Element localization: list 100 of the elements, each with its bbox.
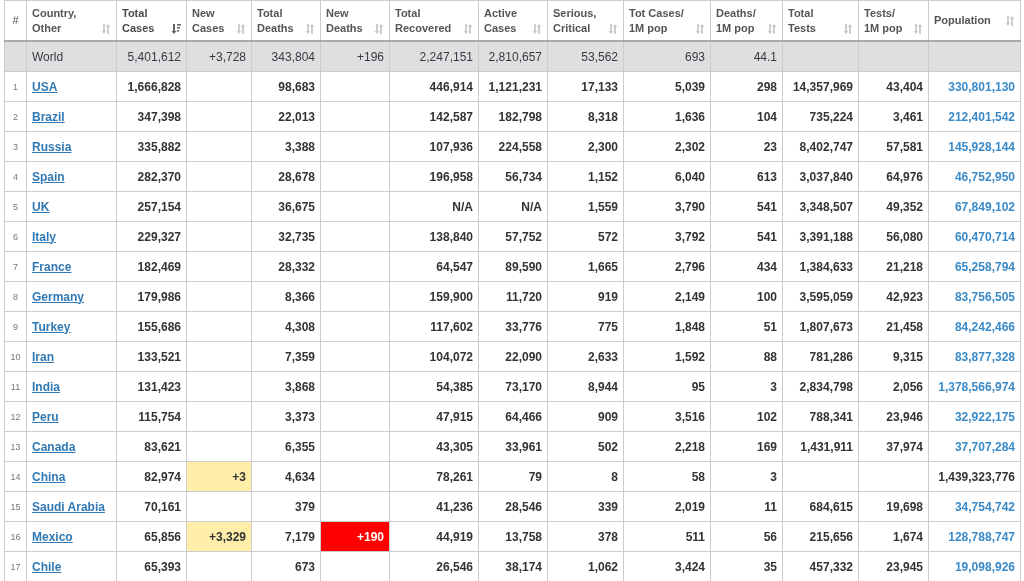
table-cell: 65,856 — [144, 529, 181, 544]
sort-icon[interactable] — [913, 23, 923, 34]
table-cell: 2,247,151 — [419, 49, 473, 64]
table-cell: 57,581 — [886, 139, 923, 154]
sort-icon[interactable] — [843, 23, 853, 34]
table-cell: 1,674 — [892, 529, 923, 544]
table-cell: 56 — [763, 529, 777, 544]
country-link[interactable]: Chile — [32, 559, 62, 574]
country-link[interactable]: Iran — [32, 349, 54, 364]
country-link[interactable]: USA — [32, 79, 58, 94]
sort-icon[interactable] — [532, 23, 542, 34]
sort-icon[interactable] — [767, 23, 777, 34]
table-cell: 14,357,969 — [792, 79, 853, 94]
country-link[interactable]: Italy — [32, 229, 56, 244]
table-cell: 224,558 — [498, 139, 542, 154]
table-cell: 115,754 — [138, 409, 181, 424]
table-cell: 37,974 — [886, 439, 923, 454]
table-cell: 3,373 — [284, 409, 315, 424]
table-cell: 693 — [684, 49, 705, 64]
row-number: 13 — [10, 441, 21, 452]
table-cell: 3,424 — [674, 559, 705, 574]
table-cell: 43,404 — [886, 79, 923, 94]
table-cell: 22,013 — [278, 109, 315, 124]
table-cell: 73,170 — [505, 379, 542, 394]
table-cell: 89,590 — [505, 259, 542, 274]
country-link[interactable]: Spain — [32, 169, 65, 184]
table-cell: 298 — [756, 79, 777, 94]
table-cell: 95 — [691, 379, 705, 394]
sort-icon[interactable] — [1005, 16, 1015, 26]
row-number: 1 — [13, 81, 18, 92]
table-cell: 22,090 — [505, 349, 542, 364]
table-cell: 3 — [770, 469, 777, 484]
table-cell: 47,915 — [436, 409, 473, 424]
table-cell: 1,152 — [587, 169, 618, 184]
table-cell: 2,149 — [674, 289, 705, 304]
table-cell: 133,521 — [137, 349, 181, 364]
table-cell: 78,261 — [436, 469, 473, 484]
table-cell: 343,804 — [271, 49, 315, 64]
table-cell: 541 — [756, 229, 777, 244]
table-cell: 56,734 — [505, 169, 542, 184]
table-cell: 44,919 — [436, 529, 473, 544]
table-cell: 88 — [763, 349, 777, 364]
sort-icon[interactable] — [463, 23, 473, 34]
table-cell: 1,807,673 — [799, 319, 853, 334]
sort-icon[interactable] — [101, 23, 111, 34]
table-cell: 65,393 — [144, 559, 181, 574]
table-cell: 1,636 — [674, 109, 705, 124]
table-cell: 182,798 — [498, 109, 542, 124]
sort-icon[interactable] — [695, 23, 705, 34]
table-cell: 8,944 — [587, 379, 618, 394]
table-cell: 64,547 — [436, 259, 473, 274]
table-cell: 33,776 — [505, 319, 542, 334]
table-cell: 684,615 — [809, 499, 853, 514]
table-cell: 196,958 — [429, 169, 473, 184]
table-cell: 4,308 — [284, 319, 315, 334]
country-link[interactable]: China — [32, 469, 66, 484]
table-cell: 541 — [756, 199, 777, 214]
table-cell: 1,665 — [587, 259, 618, 274]
table-cell: 98,683 — [278, 79, 315, 94]
country-link[interactable]: Peru — [32, 409, 59, 424]
row-number: 10 — [10, 351, 21, 362]
table-cell: 51 — [763, 319, 777, 334]
table-cell: 7,179 — [284, 529, 315, 544]
table-cell: 775 — [597, 319, 618, 334]
table-cell: 2,300 — [587, 139, 618, 154]
sort-icon[interactable] — [608, 23, 618, 34]
table-cell: 19,698 — [886, 499, 923, 514]
table-cell: 2,218 — [674, 439, 705, 454]
table-cell: 182,469 — [137, 259, 181, 274]
table-cell: 104 — [756, 109, 777, 124]
table-cell: 28,546 — [505, 499, 542, 514]
new-cases-cell: +3 — [186, 461, 252, 492]
row-number: 16 — [10, 531, 21, 542]
table-cell: 6,040 — [674, 169, 705, 184]
row-number: 2 — [13, 111, 18, 122]
table-cell: 5,039 — [674, 79, 705, 94]
table-cell: 26,546 — [436, 559, 473, 574]
row-number: 7 — [13, 261, 18, 272]
country-link[interactable]: UK — [32, 199, 50, 214]
table-cell: 229,327 — [137, 229, 181, 244]
sort-icon[interactable] — [236, 23, 246, 34]
country-link[interactable]: India — [32, 379, 60, 394]
row-number: 5 — [13, 201, 18, 212]
column-header[interactable]: # — [12, 13, 19, 28]
sort-icon[interactable] — [374, 23, 384, 34]
table-cell: 434 — [756, 259, 777, 274]
sort-icon[interactable] — [305, 23, 315, 34]
table-cell: 3 — [770, 379, 777, 394]
table-cell: 56,080 — [886, 229, 923, 244]
table-cell: 5,401,612 — [127, 49, 181, 64]
sort-descending-icon[interactable] — [171, 23, 181, 34]
table-cell: 169 — [756, 439, 777, 454]
table-cell: 919 — [597, 289, 618, 304]
table-cell: 335,882 — [137, 139, 181, 154]
table-cell: 2,302 — [674, 139, 705, 154]
country-link[interactable]: Brazil — [32, 109, 65, 124]
table-cell: 1,121,231 — [488, 79, 542, 94]
table-cell: 1,431,911 — [800, 439, 853, 454]
table-cell: 1,848 — [674, 319, 705, 334]
table-cell: 179,986 — [137, 289, 181, 304]
